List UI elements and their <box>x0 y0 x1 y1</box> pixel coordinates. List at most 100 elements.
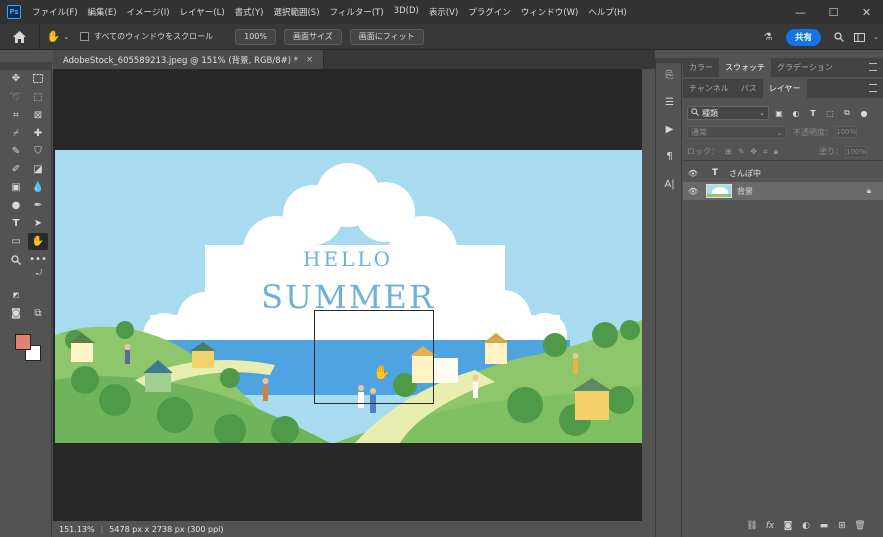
delete-layer-icon[interactable]: 🗑︎ <box>851 521 869 531</box>
frame-tool-icon[interactable]: ⊠ <box>28 107 48 124</box>
menu-item[interactable]: ウィンドウ(W) <box>516 6 584 18</box>
foreground-color-swatch[interactable] <box>15 334 31 350</box>
lock-icon[interactable]: 🔒︎ <box>867 186 871 196</box>
rectangle-tool-icon[interactable]: ▭ <box>6 233 26 250</box>
zoom-level[interactable]: 151.13% <box>59 525 95 534</box>
blend-mode-select[interactable]: 通常 ⌄ <box>687 125 787 139</box>
layer-kind-filter[interactable]: 種類 ⌄ <box>687 106 769 120</box>
add-mask-icon[interactable]: ◙ <box>779 521 797 531</box>
eye-icon[interactable]: 👁︎ <box>685 169 701 178</box>
default-colors-icon[interactable]: ◩ <box>10 290 22 300</box>
link-layers-icon[interactable]: ⛓ <box>743 521 761 531</box>
healing-brush-tool-icon[interactable]: ✚ <box>28 125 48 142</box>
layer-name[interactable]: さんぽ中 <box>729 168 761 179</box>
lock-position-icon[interactable]: ✥ <box>750 147 757 156</box>
workspace-icon[interactable] <box>849 32 869 42</box>
filter-pixel-icon[interactable]: ▣ <box>772 106 786 120</box>
workspace-chevron-icon[interactable]: ⌄ <box>869 33 883 41</box>
move-tool-icon[interactable]: ✥ <box>6 70 26 87</box>
adjustment-layer-icon[interactable]: ◐ <box>797 521 815 531</box>
menu-item[interactable]: 表示(V) <box>424 6 463 18</box>
character-panel-icon[interactable]: A| <box>661 176 678 193</box>
canvas-area[interactable]: HELLO SUMMER ✋ <box>53 69 642 521</box>
fit-screen-button[interactable]: 画面サイズ <box>284 28 342 45</box>
eye-icon[interactable]: 👁︎ <box>685 187 701 196</box>
layer-row-text[interactable]: 👁︎ T さんぽ中 <box>683 164 883 182</box>
layers-panel-menu-icon[interactable] <box>869 84 877 92</box>
quick-mask-icon[interactable]: ◙ <box>6 305 26 322</box>
close-window-button[interactable]: ✕ <box>850 0 883 24</box>
scroll-all-checkbox[interactable] <box>80 32 89 41</box>
zoom-tool-icon[interactable] <box>6 251 26 268</box>
panel-menu-icon[interactable] <box>869 63 877 71</box>
filter-adjustment-icon[interactable]: ◐ <box>789 106 803 120</box>
tools-panel-grip[interactable] <box>0 62 52 70</box>
screen-mode-icon[interactable]: ⧉ <box>28 305 48 322</box>
document-canvas[interactable]: HELLO SUMMER ✋ <box>55 150 642 443</box>
layer-style-icon[interactable]: fx <box>761 521 779 531</box>
new-layer-icon[interactable]: ⊞ <box>833 521 851 531</box>
lock-transparent-icon[interactable]: ⊞ <box>725 147 732 156</box>
swap-colors-icon[interactable]: ⤾ <box>33 267 45 279</box>
menu-item[interactable]: レイヤー(L) <box>175 6 230 18</box>
marquee-tool-icon[interactable] <box>28 70 48 87</box>
maximize-button[interactable]: ☐ <box>817 0 850 24</box>
share-button[interactable]: 共有 <box>785 28 821 46</box>
filter-shape-icon[interactable]: ⬚ <box>823 106 837 120</box>
actions-panel-icon[interactable]: ▶ <box>661 121 678 138</box>
dodge-tool-icon[interactable]: ● <box>6 197 26 214</box>
menu-item[interactable]: イメージ(I) <box>122 6 175 18</box>
layer-row-background[interactable]: 👁︎ 背景 🔒︎ <box>683 182 883 200</box>
lock-artboard-icon[interactable]: ⌗ <box>763 147 768 157</box>
zoom-100-button[interactable]: 100% <box>235 28 276 45</box>
menu-item[interactable]: 選択範囲(S) <box>268 6 324 18</box>
stamp-tool-icon[interactable]: ⛉ <box>28 143 48 160</box>
new-group-icon[interactable]: ▬ <box>815 521 833 531</box>
object-select-tool-icon[interactable]: ⬚ <box>28 89 48 106</box>
blur-tool-icon[interactable]: 💧 <box>28 179 48 196</box>
hand-tool-preset[interactable]: ✋ ⌄ <box>40 30 76 43</box>
document-tab[interactable]: AdobeStock_605589213.jpeg @ 151% (背景, RG… <box>53 50 325 69</box>
menu-item[interactable]: 編集(E) <box>83 6 122 18</box>
menu-item[interactable]: フィルター(T) <box>325 6 389 18</box>
brush-tool-icon[interactable]: ✎ <box>6 143 26 160</box>
layer-name[interactable]: 背景 <box>737 186 753 197</box>
menu-item[interactable]: ヘルプ(H) <box>583 6 632 18</box>
more-tools-icon[interactable]: ••• <box>28 251 48 268</box>
filter-type-icon[interactable]: T <box>806 106 820 120</box>
paragraph-panel-icon[interactable]: ¶ <box>661 148 678 165</box>
type-tool-icon[interactable]: T <box>6 215 26 232</box>
eyedropper-tool-icon[interactable]: ⌿ <box>6 125 26 142</box>
adjustments-panel-icon[interactable]: ☰ <box>661 94 678 111</box>
gradient-tool-icon[interactable]: ▣ <box>6 179 26 196</box>
eraser-tool-icon[interactable]: ◪ <box>28 161 48 178</box>
lasso-tool-icon[interactable]: ➰ <box>6 89 26 106</box>
photoshop-logo-icon[interactable]: Ps <box>7 5 21 19</box>
history-panel-icon[interactable]: ⎘ <box>661 67 678 84</box>
filter-toggle-icon[interactable]: ● <box>857 106 871 120</box>
home-button[interactable] <box>0 23 40 50</box>
lock-all-icon[interactable]: 🔒︎ <box>774 147 778 157</box>
path-select-tool-icon[interactable]: ➤ <box>28 215 48 232</box>
hand-tool-icon[interactable]: ✋ <box>28 233 48 250</box>
menu-item[interactable]: 書式(Y) <box>230 6 269 18</box>
tab-channels[interactable]: チャンネル <box>683 79 735 98</box>
menu-item[interactable]: 3D(D) <box>389 6 424 18</box>
fill-screen-button[interactable]: 画面にフィット <box>349 28 424 45</box>
tab-color[interactable]: カラー <box>683 58 719 77</box>
crop-tool-icon[interactable]: ⌗ <box>6 107 26 124</box>
scroll-all-windows-option[interactable]: すべてのウィンドウをスクロール <box>80 31 213 42</box>
tab-gradient[interactable]: グラデーション <box>771 58 839 77</box>
lock-paint-icon[interactable]: ✎ <box>738 147 745 156</box>
search-icon[interactable] <box>829 32 849 42</box>
flask-icon[interactable]: ⚗ <box>758 32 778 43</box>
menu-item[interactable]: ファイル(F) <box>27 6 83 18</box>
tab-paths[interactable]: パス <box>735 79 763 98</box>
tab-swatches[interactable]: スウォッチ <box>719 58 771 77</box>
dock-grip[interactable] <box>656 58 683 63</box>
fill-field[interactable]: 100% <box>845 145 867 158</box>
menu-item[interactable]: プラグイン <box>463 6 516 18</box>
filter-smart-object-icon[interactable]: ⧉ <box>840 106 854 120</box>
history-brush-tool-icon[interactable]: ✐ <box>6 161 26 178</box>
close-tab-icon[interactable]: × <box>306 55 313 65</box>
